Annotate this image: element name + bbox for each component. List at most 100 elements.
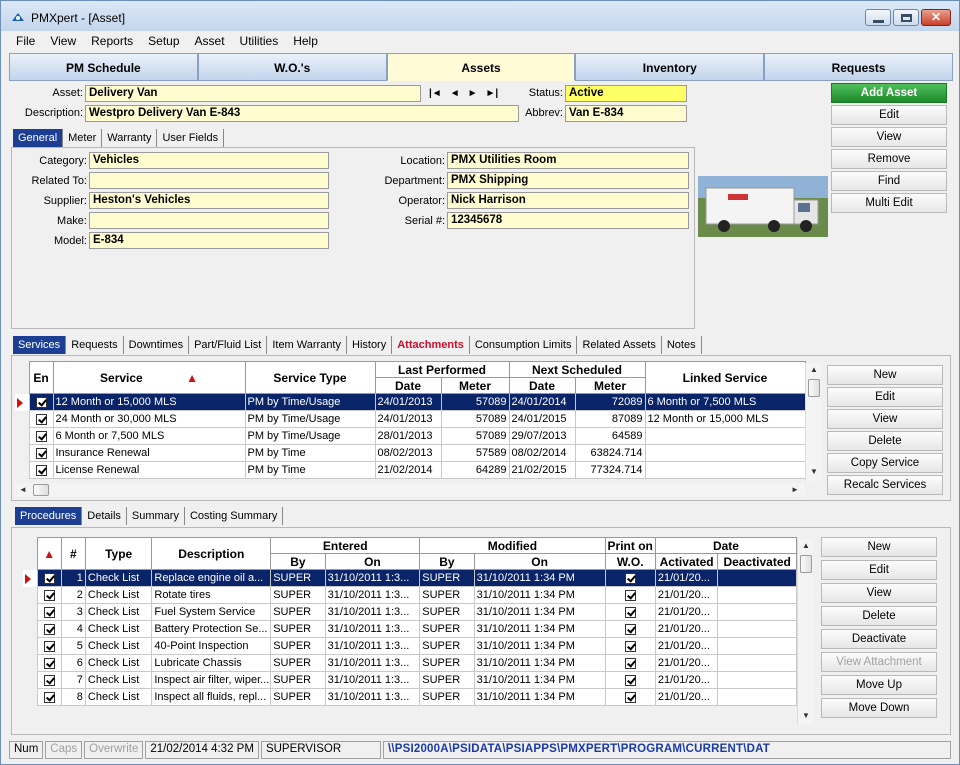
- tab-pm-schedule[interactable]: PM Schedule: [9, 53, 198, 81]
- services-horizontal-scrollbar[interactable]: ◄ ►: [15, 483, 805, 497]
- edit-service-button[interactable]: Edit: [827, 387, 943, 407]
- description-field[interactable]: Westpro Delivery Van E-843: [85, 105, 519, 122]
- menu-file[interactable]: File: [9, 32, 43, 50]
- last-record-icon[interactable]: ►|: [486, 88, 499, 99]
- table-row[interactable]: 1 Check List Replace engine oil a... SUPER 3…: [23, 569, 797, 587]
- enabled-checkbox[interactable]: [36, 671, 62, 689]
- menu-setup[interactable]: Setup: [141, 32, 187, 50]
- tab-user-fields[interactable]: User Fields: [157, 129, 225, 147]
- minimize-button[interactable]: [865, 9, 891, 26]
- header-activated[interactable]: Activated: [654, 553, 719, 570]
- tab-details[interactable]: Details: [82, 507, 127, 525]
- tab-attachments[interactable]: Attachments: [392, 336, 470, 354]
- header-service[interactable]: Service ▲: [52, 361, 246, 394]
- table-row[interactable]: 24 Month or 30,000 MLS PM by Time/Usage …: [15, 410, 806, 428]
- header-modified-by[interactable]: By: [419, 553, 475, 570]
- serial-field[interactable]: 12345678: [447, 212, 689, 229]
- header-next-meter[interactable]: Meter: [574, 377, 646, 394]
- next-record-icon[interactable]: ►: [468, 88, 478, 99]
- operator-field[interactable]: Nick Harrison: [447, 192, 689, 209]
- tab-general[interactable]: General: [13, 129, 64, 147]
- enabled-checkbox[interactable]: [36, 688, 62, 706]
- move-up-button[interactable]: Move Up: [821, 675, 937, 695]
- scroll-up-icon[interactable]: ▲: [802, 541, 810, 550]
- tab-meter[interactable]: Meter: [63, 129, 103, 147]
- header-type[interactable]: Type: [84, 537, 153, 570]
- view-procedure-button[interactable]: View: [821, 583, 937, 603]
- category-field[interactable]: Vehicles: [89, 152, 329, 169]
- enabled-checkbox[interactable]: [28, 444, 54, 462]
- tab-inventory[interactable]: Inventory: [575, 53, 765, 81]
- scroll-thumb[interactable]: [800, 555, 812, 573]
- menu-reports[interactable]: Reports: [84, 32, 141, 50]
- enabled-checkbox[interactable]: [28, 410, 54, 428]
- tab-item-warranty[interactable]: Item Warranty: [267, 336, 347, 354]
- deactivate-button[interactable]: Deactivate: [821, 629, 937, 649]
- header-service-type[interactable]: Service Type: [244, 361, 376, 394]
- make-field[interactable]: [89, 212, 329, 229]
- first-record-icon[interactable]: |◄: [429, 88, 442, 99]
- recalc-services-button[interactable]: Recalc Services: [827, 475, 943, 495]
- enabled-checkbox[interactable]: [28, 461, 54, 479]
- view-attachment-button[interactable]: View Attachment: [821, 652, 937, 672]
- supplier-field[interactable]: Heston's Vehicles: [89, 192, 329, 209]
- header-deactivated[interactable]: Deactivated: [717, 553, 797, 570]
- multi-edit-button[interactable]: Multi Edit: [831, 193, 947, 213]
- print-on-wo-checkbox[interactable]: [604, 620, 656, 638]
- header-entered-by[interactable]: By: [270, 553, 326, 570]
- print-on-wo-checkbox[interactable]: [604, 569, 656, 587]
- model-field[interactable]: E-834: [89, 232, 329, 249]
- print-on-wo-checkbox[interactable]: [604, 671, 656, 689]
- print-on-wo-checkbox[interactable]: [604, 637, 656, 655]
- tab-consumption-limits[interactable]: Consumption Limits: [470, 336, 578, 354]
- tab-part-fluid-list[interactable]: Part/Fluid List: [189, 336, 268, 354]
- header-next-date[interactable]: Date: [508, 377, 576, 394]
- department-field[interactable]: PMX Shipping: [447, 172, 689, 189]
- tab-procedures[interactable]: Procedures: [15, 507, 83, 525]
- header-sort[interactable]: ▲: [36, 537, 62, 570]
- maximize-button[interactable]: [893, 9, 919, 26]
- table-row[interactable]: License Renewal PM by Time 21/02/2014 64…: [15, 461, 806, 479]
- scroll-left-icon[interactable]: ◄: [19, 485, 27, 494]
- scroll-thumb[interactable]: [33, 484, 49, 496]
- enabled-checkbox[interactable]: [36, 569, 62, 587]
- table-row[interactable]: 12 Month or 15,000 MLS PM by Time/Usage …: [15, 393, 806, 411]
- tab-costing-summary[interactable]: Costing Summary: [185, 507, 284, 525]
- prev-record-icon[interactable]: ◄: [450, 88, 460, 99]
- scroll-up-icon[interactable]: ▲: [810, 365, 818, 374]
- copy-service-button[interactable]: Copy Service: [827, 453, 943, 473]
- new-procedure-button[interactable]: New: [821, 537, 937, 557]
- print-on-wo-checkbox[interactable]: [604, 654, 656, 672]
- tab-work-orders[interactable]: W.O.'s: [197, 53, 387, 81]
- table-row[interactable]: 5 Check List 40-Point Inspection SUPER 31/10…: [23, 637, 797, 655]
- scroll-thumb[interactable]: [808, 379, 820, 397]
- scroll-down-icon[interactable]: ▼: [810, 467, 818, 476]
- services-vertical-scrollbar[interactable]: ▲ ▼: [805, 363, 821, 481]
- enabled-checkbox[interactable]: [28, 427, 54, 445]
- procedures-vertical-scrollbar[interactable]: ▲ ▼: [797, 539, 813, 725]
- tab-requests-sub[interactable]: Requests: [66, 336, 124, 354]
- header-last-date[interactable]: Date: [374, 377, 442, 394]
- enabled-checkbox[interactable]: [36, 654, 62, 672]
- table-row[interactable]: 3 Check List Fuel System Service SUPER 31/10…: [23, 603, 797, 621]
- tab-services[interactable]: Services: [13, 336, 67, 354]
- table-row[interactable]: 6 Month or 7,500 MLS PM by Time/Usage 28…: [15, 427, 806, 445]
- tab-history[interactable]: History: [347, 336, 393, 354]
- tab-downtimes[interactable]: Downtimes: [124, 336, 190, 354]
- tab-assets[interactable]: Assets: [386, 53, 576, 81]
- view-asset-button[interactable]: View: [831, 127, 947, 147]
- enabled-checkbox[interactable]: [28, 393, 54, 411]
- header-description[interactable]: Description: [151, 537, 272, 570]
- header-last-meter[interactable]: Meter: [440, 377, 510, 394]
- table-row[interactable]: Insurance Renewal PM by Time 08/02/2013 …: [15, 444, 806, 462]
- edit-procedure-button[interactable]: Edit: [821, 560, 937, 580]
- table-row[interactable]: 8 Check List Inspect all fluids, repl... SU…: [23, 688, 797, 706]
- print-on-wo-checkbox[interactable]: [604, 586, 656, 604]
- find-asset-button[interactable]: Find: [831, 171, 947, 191]
- table-row[interactable]: 4 Check List Battery Protection Se... SUPER…: [23, 620, 797, 638]
- enabled-checkbox[interactable]: [36, 603, 62, 621]
- abbrev-field[interactable]: Van E-834: [565, 105, 687, 122]
- menu-asset[interactable]: Asset: [188, 32, 233, 50]
- tab-notes[interactable]: Notes: [662, 336, 702, 354]
- status-field[interactable]: Active: [565, 85, 687, 102]
